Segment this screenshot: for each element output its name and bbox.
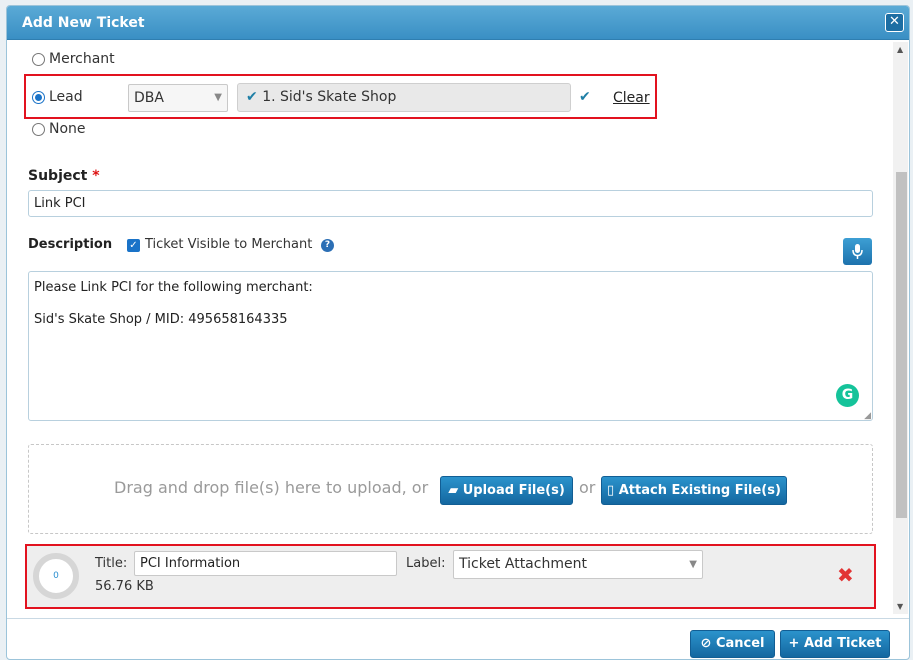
file-dropzone[interactable]: Drag and drop file(s) here to upload, or… xyxy=(28,444,873,534)
required-mark: * xyxy=(92,168,100,184)
close-button[interactable]: ✕ xyxy=(885,13,904,32)
add-ticket-button[interactable]: + Add Ticket xyxy=(780,630,890,658)
description-textarea[interactable]: Please Link PCI for the following mercha… xyxy=(28,271,873,421)
grammarly-icon[interactable]: G xyxy=(836,384,859,407)
dialog-titlebar: Add New Ticket ✕ xyxy=(7,6,909,40)
check-icon: ✔ xyxy=(246,89,258,105)
description-line-2: Sid's Skate Shop / MID: 495658164335 xyxy=(34,312,288,327)
plus-icon: + xyxy=(788,636,800,651)
search-field-value: DBA xyxy=(134,90,164,106)
subject-value: Link PCI xyxy=(34,196,86,211)
folder-open-icon: ▰ xyxy=(448,483,459,498)
subject-label-text: Subject xyxy=(28,168,88,184)
checkmark-icon: ✓ xyxy=(129,240,138,251)
none-radio-label: None xyxy=(49,121,86,137)
description-label: Description xyxy=(28,237,113,252)
resize-handle-icon[interactable]: ◢ xyxy=(864,411,871,421)
description-line-1: Please Link PCI for the following mercha… xyxy=(34,280,313,295)
help-icon[interactable]: ? xyxy=(321,239,334,252)
chevron-down-icon: ▼ xyxy=(214,92,222,103)
lead-lookup-field[interactable]: ✔ 1. Sid's Skate Shop xyxy=(237,83,571,112)
lead-radio-label: Lead xyxy=(49,89,83,105)
cancel-label: Cancel xyxy=(715,636,765,651)
scroll-down-icon[interactable]: ▼ xyxy=(897,602,903,611)
visible-to-merchant-label: Ticket Visible to Merchant xyxy=(145,237,313,252)
add-ticket-label: Add Ticket xyxy=(803,636,882,651)
scrollbar-thumb[interactable] xyxy=(896,172,907,518)
none-radio[interactable] xyxy=(32,123,45,136)
footer-divider xyxy=(7,618,909,619)
cancel-button[interactable]: ⊘ Cancel xyxy=(690,630,775,658)
upload-files-label: Upload File(s) xyxy=(462,483,565,498)
scrollbar[interactable]: ▲ ▼ xyxy=(893,42,908,614)
dictation-button[interactable] xyxy=(843,238,872,265)
subject-input[interactable]: Link PCI xyxy=(28,190,873,217)
subject-label: Subject * xyxy=(28,168,100,184)
close-icon: ✕ xyxy=(889,14,900,29)
attach-existing-files-button[interactable]: ▯ Attach Existing File(s) xyxy=(601,476,787,505)
clear-link[interactable]: Clear xyxy=(613,90,650,106)
dialog-title: Add New Ticket xyxy=(22,15,145,31)
dropzone-or: or xyxy=(579,478,596,497)
visible-to-merchant-checkbox[interactable]: ✓ xyxy=(127,239,140,252)
merchant-radio-label: Merchant xyxy=(49,51,115,67)
merchant-radio[interactable] xyxy=(32,53,45,66)
lead-value: 1. Sid's Skate Shop xyxy=(262,89,397,105)
file-icon: ▯ xyxy=(607,483,615,498)
attachment-highlight xyxy=(25,544,876,609)
dropzone-prompt: Drag and drop file(s) here to upload, or xyxy=(114,478,429,497)
help-icon-glyph: ? xyxy=(324,240,331,250)
upload-files-button[interactable]: ▰ Upload File(s) xyxy=(440,476,573,505)
microphone-icon xyxy=(852,244,863,259)
search-field-select[interactable]: DBA ▼ xyxy=(128,84,228,112)
cancel-icon: ⊘ xyxy=(700,636,712,651)
add-ticket-dialog: Add New Ticket ✕ Merchant Lead DBA ▼ ✔ 1… xyxy=(6,5,910,660)
lead-radio[interactable] xyxy=(32,91,45,104)
lead-confirmed-check-icon: ✔ xyxy=(579,89,591,105)
scroll-up-icon[interactable]: ▲ xyxy=(897,45,903,54)
attach-existing-files-label: Attach Existing File(s) xyxy=(618,483,781,498)
